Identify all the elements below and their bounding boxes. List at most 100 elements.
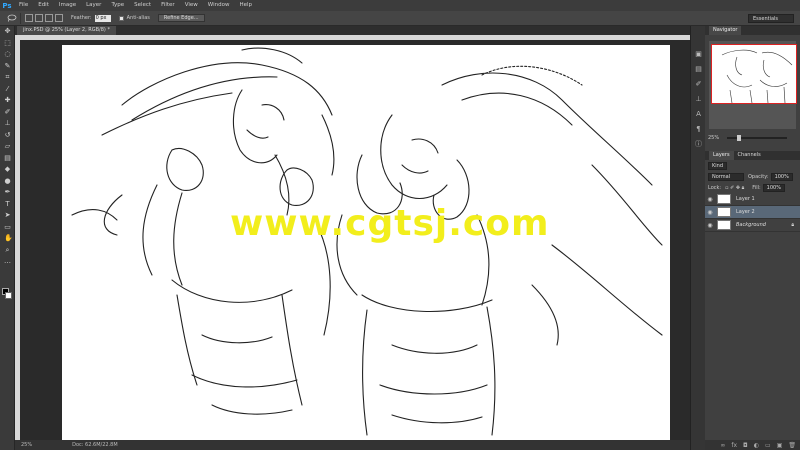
lock-label: Lock:: [708, 184, 722, 191]
menu-type[interactable]: Type: [106, 0, 129, 11]
workspace-select[interactable]: Essentials: [748, 14, 794, 23]
brush-panel-icon[interactable]: ✐: [691, 76, 706, 91]
eraser-tool-icon[interactable]: ▱: [0, 141, 15, 153]
fill-label: Fill:: [752, 184, 761, 191]
layer-row-selected[interactable]: ◉ Layer 2: [705, 206, 800, 219]
photoshop-logo-icon: Ps: [2, 1, 12, 10]
new-selection-icon[interactable]: [25, 14, 33, 22]
path-select-tool-icon[interactable]: ➤: [0, 210, 15, 222]
paragraph-panel-icon[interactable]: ¶: [691, 121, 706, 136]
pen-tool-icon[interactable]: ✒: [0, 187, 15, 199]
properties-panel-icon[interactable]: ▤: [691, 61, 706, 76]
adjustment-layer-icon[interactable]: ◐: [754, 442, 759, 449]
document-tab[interactable]: jinx.PSD @ 25% (Layer 2, RGB/8) *: [17, 26, 116, 35]
layer-name: Layer 1: [736, 196, 755, 202]
menu-select[interactable]: Select: [129, 0, 156, 11]
add-to-selection-icon[interactable]: [35, 14, 43, 22]
navigator-zoom-slider[interactable]: [727, 135, 788, 141]
clone-source-panel-icon[interactable]: ⊥: [691, 91, 706, 106]
blur-tool-icon[interactable]: ◆: [0, 164, 15, 176]
options-bar: Feather: 0 px Anti-alias Refine Edge... …: [0, 11, 800, 26]
menu-image[interactable]: Image: [54, 0, 81, 11]
hand-tool-icon[interactable]: ✋: [0, 233, 15, 245]
healing-brush-tool-icon[interactable]: ✚: [0, 95, 15, 107]
navigator-panel-header: Navigator: [705, 26, 800, 35]
tab-layers[interactable]: Layers: [709, 151, 734, 160]
new-group-icon[interactable]: ▭: [765, 442, 771, 449]
layer-filter-row: Kind: [705, 160, 800, 171]
layer-mask-icon[interactable]: ◘: [743, 442, 748, 449]
layer-thumbnail: [717, 220, 731, 230]
antialias-checkbox[interactable]: [118, 15, 124, 21]
antialias-label: Anti-alias: [126, 15, 150, 21]
crop-tool-icon[interactable]: ⌗: [0, 72, 15, 84]
lasso-tool-icon[interactable]: ◌: [0, 49, 15, 61]
layer-name: Layer 2: [736, 209, 755, 215]
new-layer-icon[interactable]: ▣: [777, 442, 783, 449]
fill-input[interactable]: 100%: [762, 183, 785, 192]
layer-name: Background: [736, 222, 766, 228]
navigator-zoom: 25%: [705, 133, 800, 143]
delete-layer-icon[interactable]: 🗑︎: [788, 442, 796, 449]
menu-file[interactable]: File: [14, 0, 33, 11]
watermark-text: www.cgtsj.com: [230, 203, 550, 244]
move-tool-icon[interactable]: ✥: [0, 26, 15, 38]
layer-style-icon[interactable]: fx: [731, 442, 737, 449]
brush-tool-icon[interactable]: ✐: [0, 107, 15, 119]
more-tools-icon[interactable]: …: [0, 256, 15, 268]
info-panel-icon[interactable]: ⓘ: [691, 136, 706, 151]
clone-stamp-tool-icon[interactable]: ⊥: [0, 118, 15, 130]
zoom-tool-icon[interactable]: ⌕: [0, 245, 15, 257]
panel-dock-strip: ▣ ▤ ✐ ⊥ A ¶ ⓘ: [690, 26, 705, 450]
tab-navigator[interactable]: Navigator: [709, 26, 742, 35]
navigator-zoom-value[interactable]: 25%: [708, 135, 719, 141]
layers-panel-header: Layers Channels: [705, 151, 800, 160]
layer-kind-filter[interactable]: Kind: [708, 161, 728, 170]
navigator-zoom-handle[interactable]: [737, 135, 742, 141]
background-color-swatch[interactable]: [5, 292, 12, 299]
lock-icon: 🔒︎: [791, 222, 794, 228]
status-zoom[interactable]: 25%: [21, 442, 32, 448]
blend-mode-select[interactable]: Normal: [708, 172, 744, 181]
opacity-label: Opacity:: [748, 173, 769, 180]
history-panel-icon[interactable]: ▣: [691, 46, 706, 61]
history-brush-tool-icon[interactable]: ↺: [0, 130, 15, 142]
status-bar: 25% Doc: 62.6M/22.8M: [15, 440, 705, 450]
subtract-selection-icon[interactable]: [45, 14, 53, 22]
feather-input[interactable]: 0 px: [94, 14, 111, 22]
visibility-eye-icon[interactable]: ◉: [705, 222, 715, 229]
gradient-tool-icon[interactable]: ▤: [0, 153, 15, 165]
layer-thumbnail: [717, 194, 731, 204]
visibility-eye-icon[interactable]: ◉: [705, 209, 715, 216]
tools-panel: ✥ ⬚ ◌ ✎ ⌗ ⁄ ✚ ✐ ⊥ ↺ ▱ ▤ ◆ ● ✒ T ➤ ▭ ✋ ⌕ …: [0, 26, 15, 450]
visibility-eye-icon[interactable]: ◉: [705, 196, 715, 203]
menu-filter[interactable]: Filter: [156, 0, 180, 11]
menu-layer[interactable]: Layer: [81, 0, 106, 11]
lock-icons[interactable]: ▫ ✐ ✥ 🔒︎: [725, 185, 744, 191]
menu-window[interactable]: Window: [203, 0, 235, 11]
layer-thumbnail: [717, 207, 731, 217]
eyedropper-tool-icon[interactable]: ⁄: [0, 84, 15, 96]
shape-tool-icon[interactable]: ▭: [0, 222, 15, 234]
layer-row[interactable]: ◉ Layer 1: [705, 193, 800, 206]
menu-edit[interactable]: Edit: [33, 0, 54, 11]
quick-select-tool-icon[interactable]: ✎: [0, 61, 15, 73]
link-layers-icon[interactable]: ∞: [720, 442, 725, 449]
character-panel-icon[interactable]: A: [691, 106, 706, 121]
marquee-tool-icon[interactable]: ⬚: [0, 38, 15, 50]
type-tool-icon[interactable]: T: [0, 199, 15, 211]
navigator-view[interactable]: [709, 41, 797, 129]
menu-bar: Ps File Edit Image Layer Type Select Fil…: [0, 0, 800, 11]
layer-row[interactable]: ◉ Background 🔒︎: [705, 219, 800, 232]
menu-help[interactable]: Help: [234, 0, 257, 11]
menu-view[interactable]: View: [180, 0, 203, 11]
navigator-thumbnail[interactable]: [711, 44, 797, 104]
intersect-selection-icon[interactable]: [55, 14, 63, 22]
tab-channels[interactable]: Channels: [734, 151, 765, 160]
opacity-input[interactable]: 100%: [770, 172, 793, 181]
lasso-tool-preset-icon[interactable]: [3, 12, 21, 24]
refine-edge-button[interactable]: Refine Edge...: [157, 14, 205, 22]
layers-footer: ∞ fx ◘ ◐ ▭ ▣ 🗑︎: [705, 440, 800, 450]
layer-lock-row: Lock: ▫ ✐ ✥ 🔒︎ Fill: 100%: [705, 182, 800, 193]
dodge-tool-icon[interactable]: ●: [0, 176, 15, 188]
